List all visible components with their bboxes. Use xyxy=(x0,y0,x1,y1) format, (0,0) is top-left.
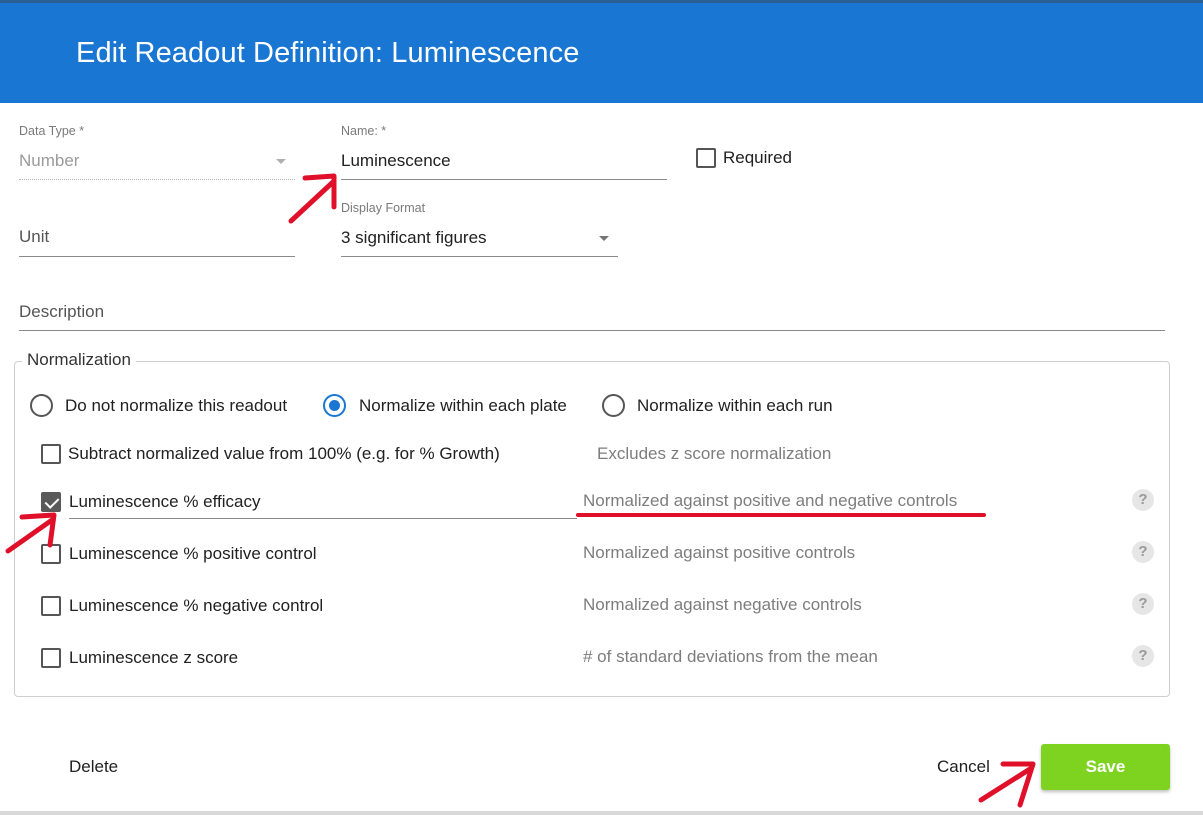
arrow-icon xyxy=(5,512,57,554)
annotation-arrows xyxy=(5,173,1036,808)
arrow-icon xyxy=(978,761,1036,808)
arrow-icon xyxy=(288,173,337,224)
